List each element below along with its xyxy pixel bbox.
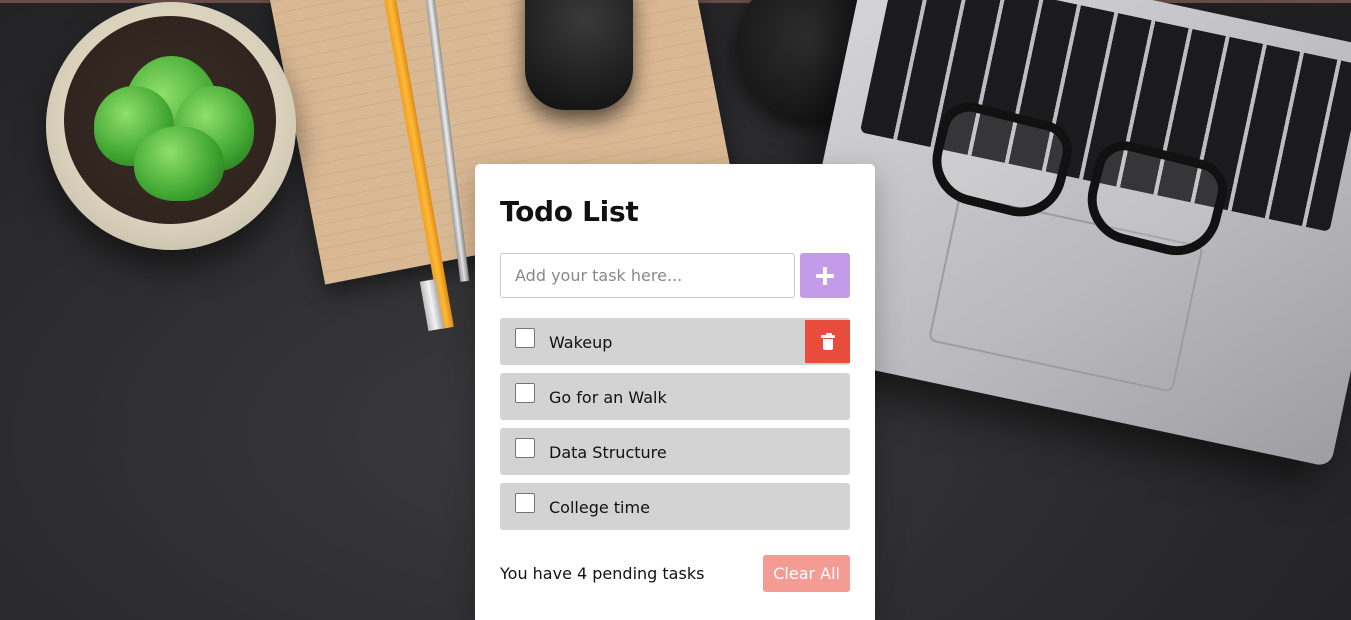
task-checkbox[interactable]	[515, 438, 535, 458]
pending-count-text: You have 4 pending tasks	[500, 564, 705, 583]
task-label: Go for an Walk	[549, 387, 667, 407]
task-list: Wakeup Go for an Walk Data Structure Col…	[500, 318, 850, 530]
clear-all-button[interactable]: Clear All	[763, 555, 850, 592]
list-item: Wakeup	[500, 318, 850, 365]
plant-soil	[64, 16, 276, 224]
lens-right	[1078, 134, 1234, 265]
task-checkbox[interactable]	[515, 328, 535, 348]
list-item: College time	[500, 483, 850, 530]
task-checkbox[interactable]	[515, 493, 535, 513]
headphone-left-decoration	[525, 0, 633, 110]
add-task-button[interactable]	[800, 253, 850, 298]
delete-task-button[interactable]	[805, 320, 850, 363]
list-item: Data Structure	[500, 428, 850, 475]
list-item: Go for an Walk	[500, 373, 850, 420]
trash-icon	[820, 332, 835, 350]
task-label: Wakeup	[549, 332, 613, 352]
plant-pot-decoration	[46, 2, 296, 250]
task-label: Data Structure	[549, 442, 667, 462]
task-label: College time	[549, 497, 650, 517]
page-title: Todo List	[500, 195, 639, 228]
task-checkbox[interactable]	[515, 383, 535, 403]
plus-icon	[816, 266, 834, 285]
lens-left	[922, 96, 1079, 226]
todo-card: Todo List Wakeup Go for an Walk Data Str…	[475, 164, 875, 620]
task-input[interactable]	[500, 253, 795, 298]
succulent-leaves	[134, 126, 224, 201]
todo-footer: You have 4 pending tasks Clear All	[500, 555, 850, 592]
add-task-row	[500, 253, 850, 298]
